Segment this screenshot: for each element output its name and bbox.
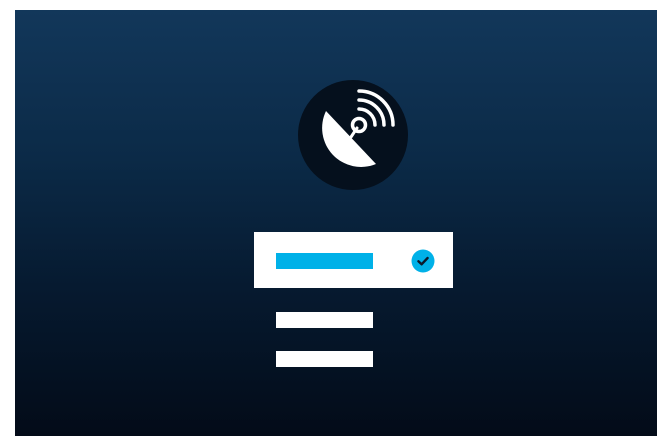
illustration-frame — [15, 10, 657, 436]
menu-item-placeholder-bar — [276, 253, 373, 269]
menu-item[interactable] — [254, 312, 453, 328]
check-circle-icon — [411, 249, 435, 273]
menu-item-placeholder-bar — [276, 312, 373, 328]
menu-item-selected[interactable] — [254, 232, 453, 288]
satellite-dish-icon — [322, 89, 395, 167]
satellite-badge — [298, 80, 408, 190]
menu-item[interactable] — [254, 351, 453, 367]
menu-item-placeholder-bar — [276, 351, 373, 367]
source-menu — [254, 232, 453, 367]
